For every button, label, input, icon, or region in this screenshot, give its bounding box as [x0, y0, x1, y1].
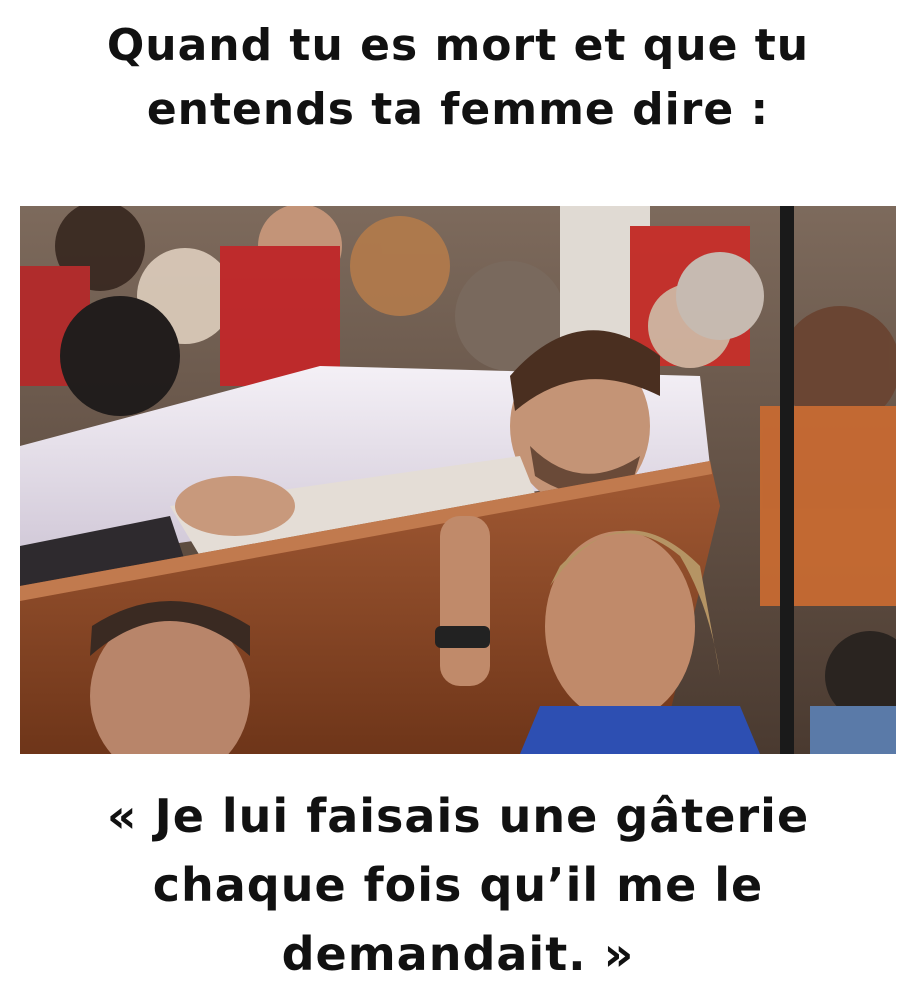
- bottom-caption-line-1: « Je lui faisais une gâterie: [106, 789, 810, 843]
- top-caption-line-1: Quand tu es mort et que tu: [106, 20, 810, 71]
- top-caption: Quand tu es mort et que tu entends ta fe…: [0, 14, 916, 142]
- meme-photo: [20, 206, 896, 754]
- boom-pole: [780, 206, 794, 754]
- top-caption-line-2: entends ta femme dire :: [146, 84, 770, 135]
- bottom-caption: « Je lui faisais une gâterie chaque fois…: [0, 782, 916, 989]
- pallbearer-left: [90, 601, 250, 754]
- bottom-caption-line-2: chaque fois qu’il me le: [152, 858, 764, 912]
- bottom-caption-line-3: demandait. »: [281, 927, 635, 981]
- funeral-scene-illustration: [20, 206, 896, 754]
